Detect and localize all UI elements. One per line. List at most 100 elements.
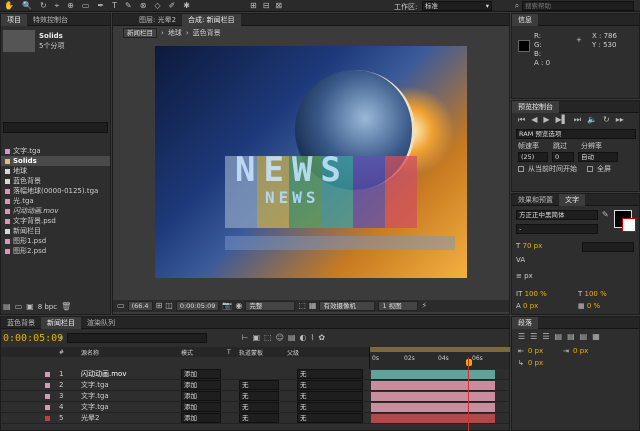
zoom-tool-icon[interactable]: 🔍 [22,1,32,11]
interpret-footage-icon[interactable]: ▤ [3,302,11,312]
new-folder-icon[interactable]: ▭ [15,302,23,312]
layer-trkmat-select[interactable]: 无 [239,413,279,423]
layer-trkmat-select[interactable]: 无 [239,391,279,401]
layer-parent-select[interactable]: 无 [297,402,363,412]
indent-left-value[interactable]: 0 px [528,347,543,355]
rect-mask-icon[interactable]: ▭ [82,1,90,11]
text-tool-icon[interactable]: T [112,1,117,11]
loop-icon[interactable]: ↻ [603,115,610,125]
font-family-select[interactable]: 方正正中黑简体 [516,210,598,220]
timeline-search-input[interactable] [67,333,208,343]
tab-render-queue[interactable]: 渲染队列 [81,317,121,329]
align-left-icon[interactable]: ☰ [518,332,525,342]
mask-visibility-icon[interactable]: ◫ [165,301,173,311]
layer-parent-select[interactable]: 无 [297,413,363,423]
align-right-icon[interactable]: ☰ [542,332,549,342]
layer-duration-bar[interactable] [371,392,495,401]
playhead-line[interactable] [468,357,469,431]
views-select[interactable]: 1 视图 [378,301,419,311]
project-item[interactable]: 新闻栏目 [1,226,110,236]
graph-editor-icon[interactable]: ⌇ [310,333,314,343]
font-style-select[interactable]: - [516,224,598,234]
last-frame-icon[interactable]: ⏭ [574,115,581,125]
grid-icon[interactable]: ⊞ [156,301,163,311]
puppet-tool-icon[interactable]: ✱ [183,1,190,11]
tab-paragraph[interactable]: 段落 [512,316,538,329]
layer-mode-select[interactable]: 添加 [181,402,221,412]
next-frame-icon[interactable]: ▶▌ [556,115,568,125]
kerning-field[interactable]: VA [516,256,525,264]
project-item[interactable]: 文字背景.psd [1,216,110,226]
motion-blur-icon[interactable]: ◐ [299,333,306,343]
brush-tool-icon[interactable]: ✎ [125,1,132,11]
local-axis-icon[interactable]: ⊞ [250,1,257,11]
justify-all-icon[interactable]: ▦ [592,332,600,342]
view-axis-icon[interactable]: ⊠ [275,1,282,11]
tab-preview[interactable]: 预览控制台 [512,100,559,113]
table-row[interactable]: 5 光晕2 添加 无 无 [1,413,509,424]
transparency-grid-icon[interactable]: ▦ [309,301,317,311]
project-item[interactable]: 落幅地球(0000-0125).tga [1,186,110,196]
tab-layer[interactable]: 图层: 光晕2 [133,14,182,26]
breadcrumb-item[interactable]: 地球 [168,28,182,38]
layer-trkmat-select[interactable]: 无 [239,402,279,412]
eyedropper-icon[interactable]: ✎ [602,210,609,220]
justify-right-icon[interactable]: ▤ [580,332,588,342]
time-ruler[interactable]: 0s 02s 04s 06s [369,347,510,369]
breadcrumb-item[interactable]: 蓝色背景 [193,28,221,38]
align-center-icon[interactable]: ☰ [530,332,537,342]
zoom-select[interactable]: (66.4 [127,301,153,311]
snapshot-icon[interactable]: 📷 [222,301,232,311]
resolution-select-preview[interactable]: 自动 [578,152,618,162]
layer-trkmat-select[interactable]: 无 [239,380,279,390]
audio-icon[interactable]: 🔈 [587,115,597,125]
workspace-select[interactable]: 标准 ▾ [422,1,492,11]
clone-tool-icon[interactable]: ⊗ [140,1,147,11]
tab-project[interactable]: 项目 [1,13,27,26]
tab-effect-controls[interactable]: 特效控制台 [27,14,74,26]
breadcrumb-item[interactable]: 新闻栏目 [123,28,157,38]
first-frame-icon[interactable]: ⏮ [518,115,525,125]
comp-flowchart-icon[interactable]: ⊢ [241,333,248,343]
project-item[interactable]: Solids [1,156,110,166]
tab-effects-presets[interactable]: 效果和预置 [512,194,559,206]
rotate-tool-icon[interactable]: ↻ [40,1,47,11]
layer-duration-bar[interactable] [371,403,495,412]
search-help-input[interactable] [522,1,634,11]
baseline-shift-field[interactable]: A 0 px [516,302,538,310]
ram-preview-icon[interactable]: ▸▸ [616,115,624,125]
leading-unit-field[interactable]: ≡ px [516,272,533,280]
justify-center-icon[interactable]: ▤ [567,332,575,342]
project-item[interactable]: 光.tga [1,196,110,206]
fast-previews-icon[interactable]: ⚡ [421,301,427,311]
project-item[interactable]: 闪动动画.mov [1,206,110,216]
layer-duration-bar[interactable] [371,414,495,423]
layer-duration-bar[interactable] [371,370,495,379]
world-axis-icon[interactable]: ⊟ [263,1,270,11]
project-item[interactable]: 文字.tga [1,146,110,156]
skip-select[interactable]: 0 [552,152,574,162]
resolution-select[interactable]: 完整 [245,301,296,311]
table-row[interactable]: 3 文字.tga 添加 无 无 [1,391,509,402]
layer-mode-select[interactable]: 添加 [181,380,221,390]
first-line-indent-value[interactable]: 0 px [528,359,543,367]
play-icon[interactable]: ▶ [543,115,549,125]
frame-rate-select[interactable]: (25) [518,152,548,162]
justify-left-icon[interactable]: ▤ [555,332,563,342]
show-channel-icon[interactable]: ◉ [235,301,242,311]
composition-canvas[interactable]: NEWS NEWS [155,46,467,278]
work-area-bar[interactable] [370,347,510,352]
eraser-tool-icon[interactable]: ◇ [154,1,160,11]
horizontal-scale-field[interactable]: T 100 % [578,290,607,298]
from-current-checkbox[interactable] [518,166,524,172]
layer-parent-select[interactable]: 无 [297,369,363,379]
table-row[interactable]: 2 文字.tga 添加 无 无 [1,380,509,391]
indent-right-value[interactable]: 0 px [573,347,588,355]
tsume-field[interactable]: ▦ 0 % [578,302,600,310]
roto-brush-icon[interactable]: ✐ [169,1,176,11]
layer-duration-bar[interactable] [371,381,495,390]
playhead-handle[interactable] [466,359,472,366]
always-preview-icon[interactable]: ▭ [117,301,125,311]
table-row[interactable]: 1 闪动动画.mov 添加 无 [1,369,509,380]
project-item[interactable]: 蓝色背景 [1,176,110,186]
